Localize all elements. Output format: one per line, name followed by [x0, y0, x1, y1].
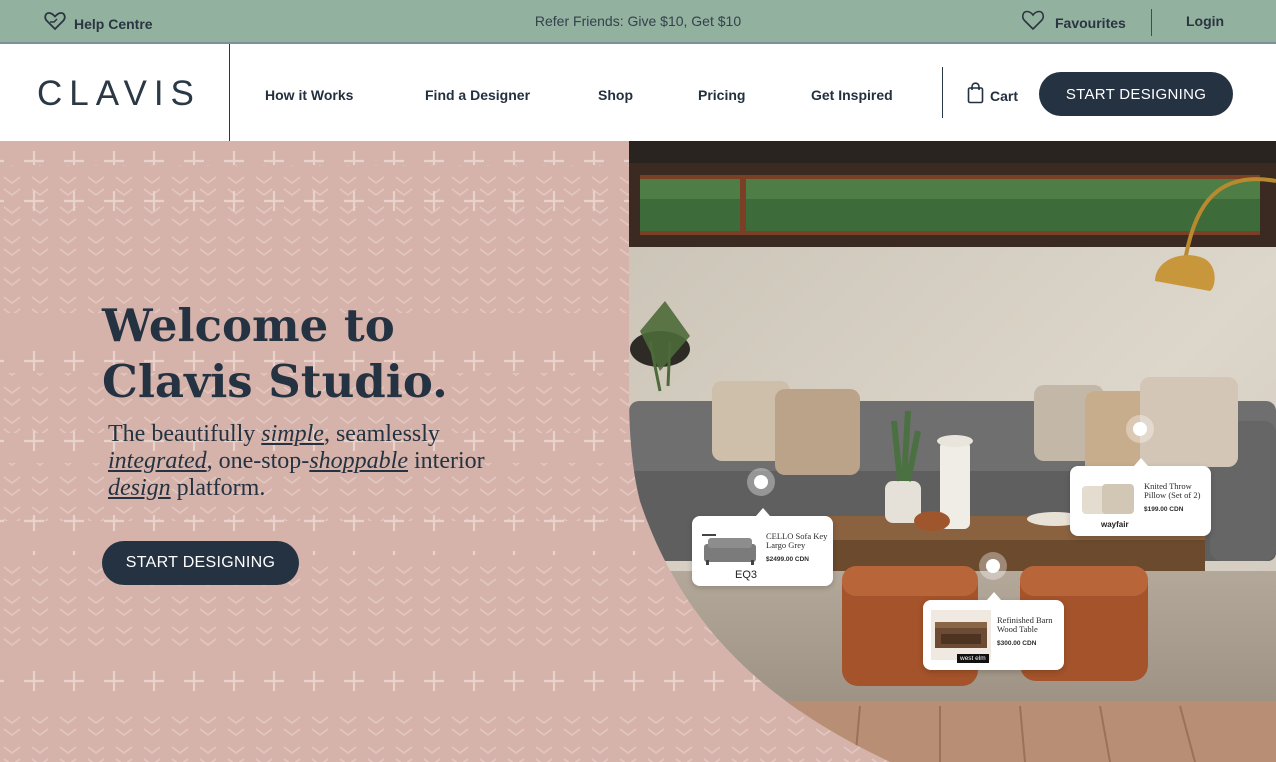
- brand-logo-eq3: EQ3: [735, 569, 758, 581]
- login-link[interactable]: Login: [1186, 13, 1224, 29]
- product-price: $300.00 CDN: [997, 640, 1037, 647]
- sub-emphasis: integrated: [108, 448, 207, 474]
- hero-headline-line-2: Clavis Studio.: [102, 355, 448, 408]
- nav-link-find-a-designer[interactable]: Find a Designer: [425, 87, 530, 103]
- favourites-label: Favourites: [1055, 15, 1126, 31]
- hero-headline-line-1: Welcome to: [102, 299, 395, 352]
- logo-divider: [229, 44, 230, 141]
- product-hotspot-pillow[interactable]: [1126, 415, 1154, 443]
- cart-link[interactable]: Cart: [967, 82, 1018, 109]
- hero-subheadline: The beautifully simple, seamlessly integ…: [108, 421, 538, 502]
- sub-emphasis: design: [108, 475, 171, 501]
- product-price: $199.00 CDN: [1144, 506, 1184, 513]
- hero-headline: Welcome to Clavis Studio.: [102, 298, 582, 410]
- nav-divider: [942, 67, 943, 118]
- product-card-table[interactable]: Refinished Barn Wood Table $300.00 CDN w…: [923, 592, 1064, 670]
- product-name: Knited Throw Pillow (Set of 2): [1144, 481, 1201, 500]
- nav-link-pricing[interactable]: Pricing: [698, 87, 745, 103]
- product-card-pillow[interactable]: Knited Throw Pillow (Set of 2) $199.00 C…: [1070, 458, 1211, 536]
- table-thumbnail: [931, 610, 991, 660]
- promo-topbar: Help Centre Refer Friends: Give $10, Get…: [0, 0, 1276, 44]
- sub-text: , one-stop-: [206, 448, 310, 474]
- clavis-logo[interactable]: CLAVIS: [37, 74, 201, 114]
- main-navigation: CLAVIS How it Works Find a Designer Shop…: [0, 44, 1276, 141]
- nav-link-how-it-works[interactable]: How it Works: [265, 87, 353, 103]
- product-name: CELLO Sofa Key Largo Grey: [766, 531, 828, 550]
- product-card-sofa[interactable]: CELLO Sofa Key Largo Grey $2499.00 CDN E…: [692, 508, 833, 586]
- start-designing-button[interactable]: START DESIGNING: [1039, 72, 1233, 116]
- shopping-bag-icon: [967, 82, 984, 109]
- cart-label: Cart: [990, 87, 1019, 104]
- brand-logo-west-elm: west elm: [957, 654, 989, 663]
- product-hotspot-sofa[interactable]: [747, 468, 775, 496]
- sub-text: platform.: [170, 475, 266, 501]
- nav-link-shop[interactable]: Shop: [598, 87, 633, 103]
- heart-icon: [1021, 10, 1045, 36]
- product-price: $2499.00 CDN: [766, 556, 809, 563]
- favourites-link[interactable]: Favourites: [1021, 10, 1126, 36]
- sub-text: The beautifully: [108, 421, 262, 447]
- brand-logo-wayfair: wayfair: [1101, 520, 1129, 529]
- hero-start-designing-button[interactable]: START DESIGNING: [102, 541, 299, 585]
- pillow-thumbnail: [1082, 484, 1134, 514]
- sub-emphasis: simple: [261, 421, 324, 447]
- product-hotspot-table[interactable]: [979, 552, 1007, 580]
- sub-text: interior: [407, 448, 485, 474]
- nav-link-get-inspired[interactable]: Get Inspired: [811, 87, 893, 103]
- topbar-divider: [1151, 9, 1152, 36]
- hero-section: Welcome to Clavis Studio. The beautifull…: [0, 141, 1276, 762]
- sub-emphasis: shoppable: [309, 448, 408, 474]
- sub-text: , seamlessly: [323, 421, 440, 447]
- product-name: Refinished Barn Wood Table: [997, 615, 1053, 634]
